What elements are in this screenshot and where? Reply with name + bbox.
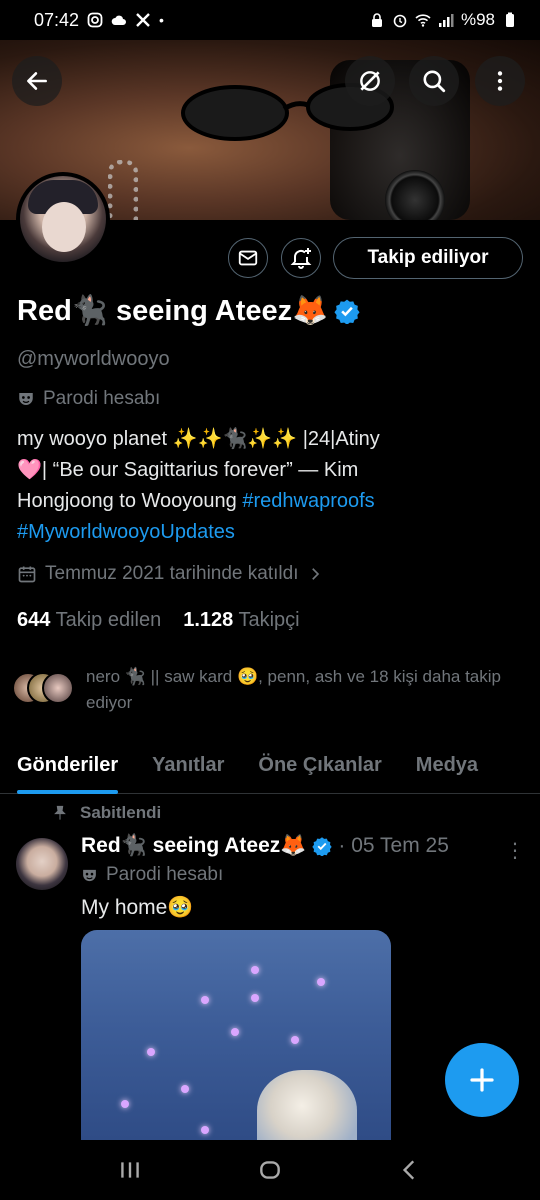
grok-button[interactable] bbox=[345, 56, 395, 106]
profile-bio: my wooyo planet ✨✨🐈‍⬛✨✨ |24|Atiny 🩷| “Be… bbox=[17, 424, 527, 548]
recent-apps-icon[interactable] bbox=[117, 1157, 143, 1183]
battery-percent: %98 bbox=[460, 10, 495, 29]
media-light bbox=[317, 978, 325, 986]
grok-icon bbox=[360, 71, 380, 91]
tab-media[interactable]: Medya bbox=[416, 738, 478, 794]
post-parody-label: Parodi hesabı bbox=[81, 864, 223, 886]
pinned-label: Sabitlendi bbox=[80, 803, 162, 822]
notify-button[interactable] bbox=[281, 238, 321, 278]
joined-text: Temmuz 2021 tarihinde katıldı bbox=[45, 563, 299, 584]
followers-label: Takipçi bbox=[238, 609, 300, 631]
search-icon bbox=[423, 70, 446, 93]
known-followers-text: nero 🐈‍⬛ || saw kard 🥹, penn, ash ve 18 … bbox=[86, 667, 501, 712]
media-person bbox=[257, 1070, 357, 1140]
battery-icon bbox=[506, 12, 514, 27]
wifi-icon bbox=[415, 14, 431, 27]
back-nav-icon[interactable] bbox=[397, 1157, 423, 1183]
media-light bbox=[201, 1126, 209, 1134]
system-nav-bar bbox=[0, 1140, 540, 1200]
cloud-icon bbox=[111, 15, 127, 25]
compose-button[interactable] bbox=[445, 1043, 519, 1117]
media-light bbox=[147, 1048, 155, 1056]
pinned-indicator: Sabitlendi bbox=[52, 803, 161, 823]
dot-icon: • bbox=[159, 12, 164, 28]
tab-highlights[interactable]: Öne Çıkanlar bbox=[258, 738, 381, 794]
home-icon[interactable] bbox=[257, 1157, 283, 1183]
back-arrow-icon bbox=[27, 72, 47, 90]
following-count: 644 bbox=[17, 609, 51, 631]
media-light bbox=[231, 1028, 239, 1036]
following-button[interactable]: Takip ediliyor bbox=[333, 237, 523, 279]
bio-line-2: 🩷| “Be our Sagittarius forever” — Kim bbox=[17, 459, 359, 481]
media-light bbox=[291, 1036, 299, 1044]
media-light bbox=[201, 996, 209, 1004]
known-followers-avatars bbox=[12, 672, 76, 706]
status-time: 07:42 bbox=[34, 9, 80, 30]
post-date: · 05 Tem 25 bbox=[338, 834, 449, 857]
hashtag-redhwaproofs[interactable]: #redhwaproofs bbox=[242, 490, 374, 512]
following-label: Takip edilen bbox=[55, 609, 162, 631]
verified-badge-icon[interactable] bbox=[334, 298, 360, 324]
hashtag-myworldwooyoupdates[interactable]: #MyworldwooyoUpdates bbox=[17, 521, 235, 543]
bell-plus-icon bbox=[290, 248, 312, 269]
bio-line-3: Hongjoong to Wooyoung #redhwaproofs bbox=[17, 486, 527, 517]
instagram-icon bbox=[87, 12, 103, 28]
parody-label: Parodi hesabı bbox=[17, 388, 160, 410]
verified-badge-icon bbox=[312, 837, 333, 856]
post-text: My home🥹 bbox=[81, 896, 194, 919]
post-author-avatar[interactable] bbox=[16, 838, 68, 890]
mask-icon bbox=[83, 869, 96, 881]
bio-line-3-text: Hongjoong to Wooyoung bbox=[17, 490, 243, 512]
media-light bbox=[121, 1100, 129, 1108]
profile-tabs: Gönderiler Yanıtlar Öne Çıkanlar Medya bbox=[0, 738, 540, 794]
message-button[interactable] bbox=[228, 238, 268, 278]
post-author-row: Red🐈‍⬛ seeing Ateez🦊 · 05 Tem 25 bbox=[81, 834, 449, 858]
avatar-face bbox=[42, 202, 86, 252]
signal-icon bbox=[438, 14, 454, 27]
post-more-icon[interactable]: ⋮ bbox=[505, 838, 525, 863]
follow-stats: 644 Takip edilen 1.128 Takipçi bbox=[17, 609, 300, 632]
known-followers[interactable]: nero 🐈‍⬛ || saw kard 🥹, penn, ash ve 18 … bbox=[12, 664, 527, 716]
chevron-right-icon bbox=[312, 568, 320, 580]
more-vertical-icon bbox=[497, 71, 503, 91]
bio-line-1: my wooyo planet ✨✨🐈‍⬛✨✨ |24|Atiny bbox=[17, 428, 380, 450]
plus-icon bbox=[470, 1068, 494, 1092]
envelope-icon bbox=[238, 250, 258, 266]
following-stat[interactable]: 644 Takip edilen bbox=[17, 609, 161, 632]
profile-name: Red🐈‍⬛ seeing Ateez🦊 bbox=[17, 295, 329, 327]
x-icon bbox=[136, 13, 150, 27]
lock-icon bbox=[371, 13, 382, 27]
followers-count: 1.128 bbox=[183, 609, 234, 631]
followers-stat[interactable]: 1.128 Takipçi bbox=[183, 609, 299, 632]
tab-posts[interactable]: Gönderiler bbox=[17, 738, 119, 794]
pin-icon bbox=[54, 805, 66, 820]
joined-date-row[interactable]: Temmuz 2021 tarihinde katıldı bbox=[17, 563, 324, 585]
post-media[interactable] bbox=[81, 930, 391, 1140]
more-button[interactable] bbox=[475, 56, 525, 106]
calendar-icon bbox=[18, 566, 36, 583]
profile-handle: @myworldwooyo bbox=[17, 348, 170, 370]
post-author-name[interactable]: Red🐈‍⬛ seeing Ateez🦊 bbox=[81, 834, 306, 858]
parody-text: Parodi hesabı bbox=[43, 388, 161, 409]
search-button[interactable] bbox=[409, 56, 459, 106]
profile-avatar[interactable] bbox=[16, 172, 110, 266]
known-follower-avatar bbox=[42, 672, 74, 704]
media-light bbox=[251, 966, 259, 974]
post-parody-text: Parodi hesabı bbox=[106, 864, 224, 885]
media-light bbox=[251, 994, 259, 1002]
profile-name-row: Red🐈‍⬛ seeing Ateez🦊 bbox=[17, 294, 360, 328]
status-bar: 07:42 • %98 bbox=[0, 0, 540, 40]
media-light bbox=[181, 1085, 189, 1093]
banner-chain bbox=[108, 160, 138, 220]
tab-replies[interactable]: Yanıtlar bbox=[152, 738, 224, 794]
alarm-icon bbox=[393, 14, 407, 28]
mask-icon bbox=[19, 393, 33, 405]
back-button[interactable] bbox=[12, 56, 62, 106]
